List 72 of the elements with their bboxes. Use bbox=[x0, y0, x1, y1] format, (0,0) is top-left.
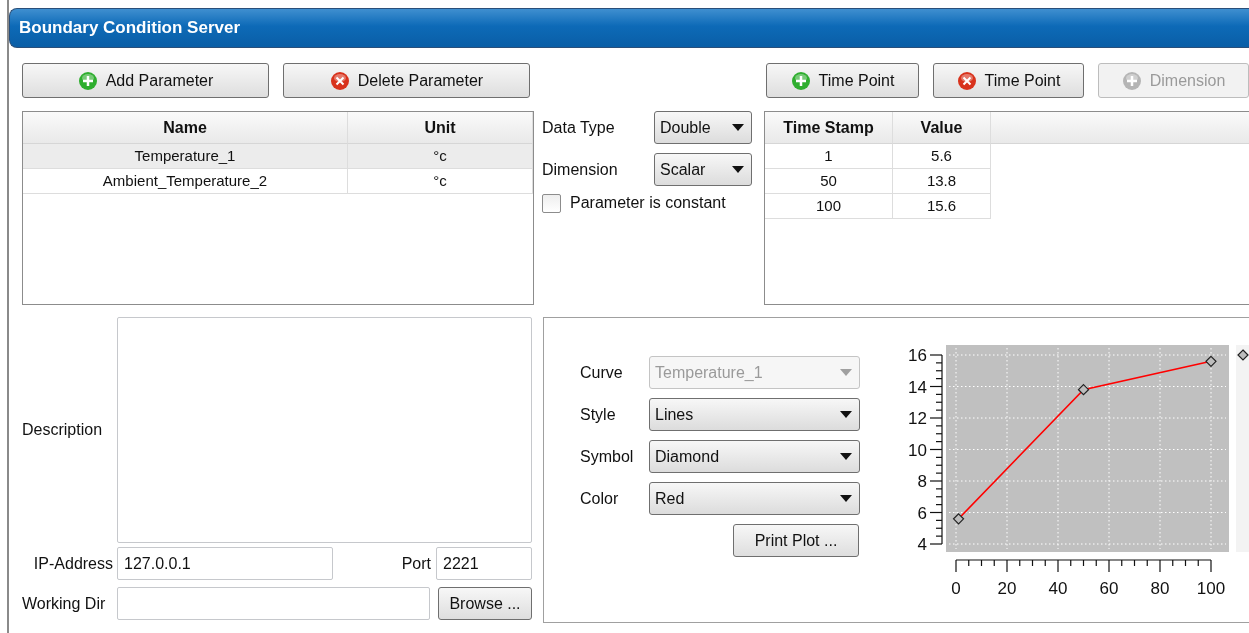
browse-button[interactable]: Browse ... bbox=[438, 587, 532, 620]
tick-label: 20 bbox=[997, 579, 1017, 598]
caret-icon bbox=[840, 452, 852, 461]
dimension-dropdown[interactable]: Scalar bbox=[654, 153, 752, 186]
caret-icon bbox=[840, 368, 852, 377]
field-label: Data Type bbox=[542, 117, 615, 138]
tick-label: 100 bbox=[1196, 579, 1226, 598]
tick-label: 40 bbox=[1048, 579, 1068, 598]
column-header[interactable]: Name bbox=[23, 112, 348, 144]
checkbox-label: Parameter is constant bbox=[570, 193, 726, 213]
field-label: IP-Address bbox=[32, 553, 114, 574]
x-circle-icon bbox=[329, 70, 350, 91]
field-label: Curve bbox=[580, 362, 624, 383]
table-cell: 15.6 bbox=[893, 194, 991, 219]
field-label: Port bbox=[401, 553, 431, 574]
column-header[interactable]: Unit bbox=[348, 112, 533, 144]
field-label: Color bbox=[580, 488, 620, 509]
plot-setting-dropdown[interactable]: Lines bbox=[649, 398, 860, 431]
plus-circle-icon bbox=[790, 70, 811, 91]
data-point bbox=[1077, 383, 1090, 396]
table-cell: 13.8 bbox=[893, 169, 991, 194]
field-label: Working Dir bbox=[22, 593, 107, 614]
caret-icon bbox=[840, 410, 852, 419]
print-plot-button[interactable]: Print Plot ... bbox=[733, 524, 859, 557]
caret-icon bbox=[840, 494, 852, 503]
field-label: Description bbox=[22, 420, 104, 440]
plus-circle-icon bbox=[77, 70, 98, 91]
working-dir-field[interactable] bbox=[117, 587, 430, 620]
column-header[interactable]: Time Stamp bbox=[765, 112, 893, 144]
tick-label: 0 bbox=[951, 579, 961, 598]
x-circle-icon bbox=[956, 70, 977, 91]
table-row[interactable]: Ambient_Temperature_2 °c bbox=[23, 169, 533, 194]
legend-diamond-icon bbox=[1237, 349, 1249, 361]
plot-setting-dropdown[interactable]: Diamond bbox=[649, 440, 860, 473]
plus-circle-icon bbox=[1121, 70, 1142, 91]
table-cell: 5.6 bbox=[893, 144, 991, 169]
table-cell: Ambient_Temperature_2 bbox=[23, 169, 348, 194]
ip-address-field[interactable]: 127.0.0.1 bbox=[117, 547, 333, 580]
toolbar-button[interactable]: Time Point bbox=[933, 63, 1084, 98]
tick-label: 4 bbox=[917, 535, 927, 554]
toolbar-button[interactable]: Delete Parameter bbox=[283, 63, 530, 98]
table-cell: °c bbox=[348, 144, 533, 169]
constant-checkbox[interactable] bbox=[542, 193, 561, 213]
field-label: Symbol bbox=[580, 446, 635, 467]
plot-setting-dropdown[interactable]: Red bbox=[649, 482, 860, 515]
table-cell: °c bbox=[348, 169, 533, 194]
field-label: Style bbox=[580, 404, 617, 425]
tick-label: 12 bbox=[908, 409, 927, 428]
field-label: Dimension bbox=[542, 159, 618, 180]
tick-label: 16 bbox=[908, 346, 927, 365]
tick-label: 80 bbox=[1150, 579, 1170, 598]
port-field[interactable]: 2221 bbox=[436, 547, 532, 580]
window-title: Boundary Condition Server bbox=[19, 17, 241, 40]
table-cell: Temperature_1 bbox=[23, 144, 348, 169]
table-cell: 100 bbox=[765, 194, 893, 219]
tick-label: 10 bbox=[908, 440, 927, 460]
table-row[interactable]: Temperature_1 °c bbox=[23, 144, 533, 169]
caret-icon bbox=[732, 165, 744, 174]
tick-label: 14 bbox=[908, 377, 927, 397]
toolbar-button[interactable]: Add Parameter bbox=[22, 63, 269, 98]
tick-label: 6 bbox=[917, 503, 927, 523]
data-type-dropdown[interactable]: Double bbox=[654, 111, 752, 144]
description-field[interactable] bbox=[117, 317, 532, 543]
table-cell: 50 bbox=[765, 169, 893, 194]
table-cell: 1 bbox=[765, 144, 893, 169]
data-point bbox=[952, 512, 965, 525]
data-point bbox=[1205, 355, 1217, 368]
tick-label: 60 bbox=[1099, 579, 1119, 598]
caret-icon bbox=[732, 123, 744, 132]
tick-label: 8 bbox=[917, 472, 927, 491]
toolbar-button[interactable]: Time Point bbox=[766, 63, 919, 98]
column-header[interactable]: Value bbox=[893, 112, 991, 144]
